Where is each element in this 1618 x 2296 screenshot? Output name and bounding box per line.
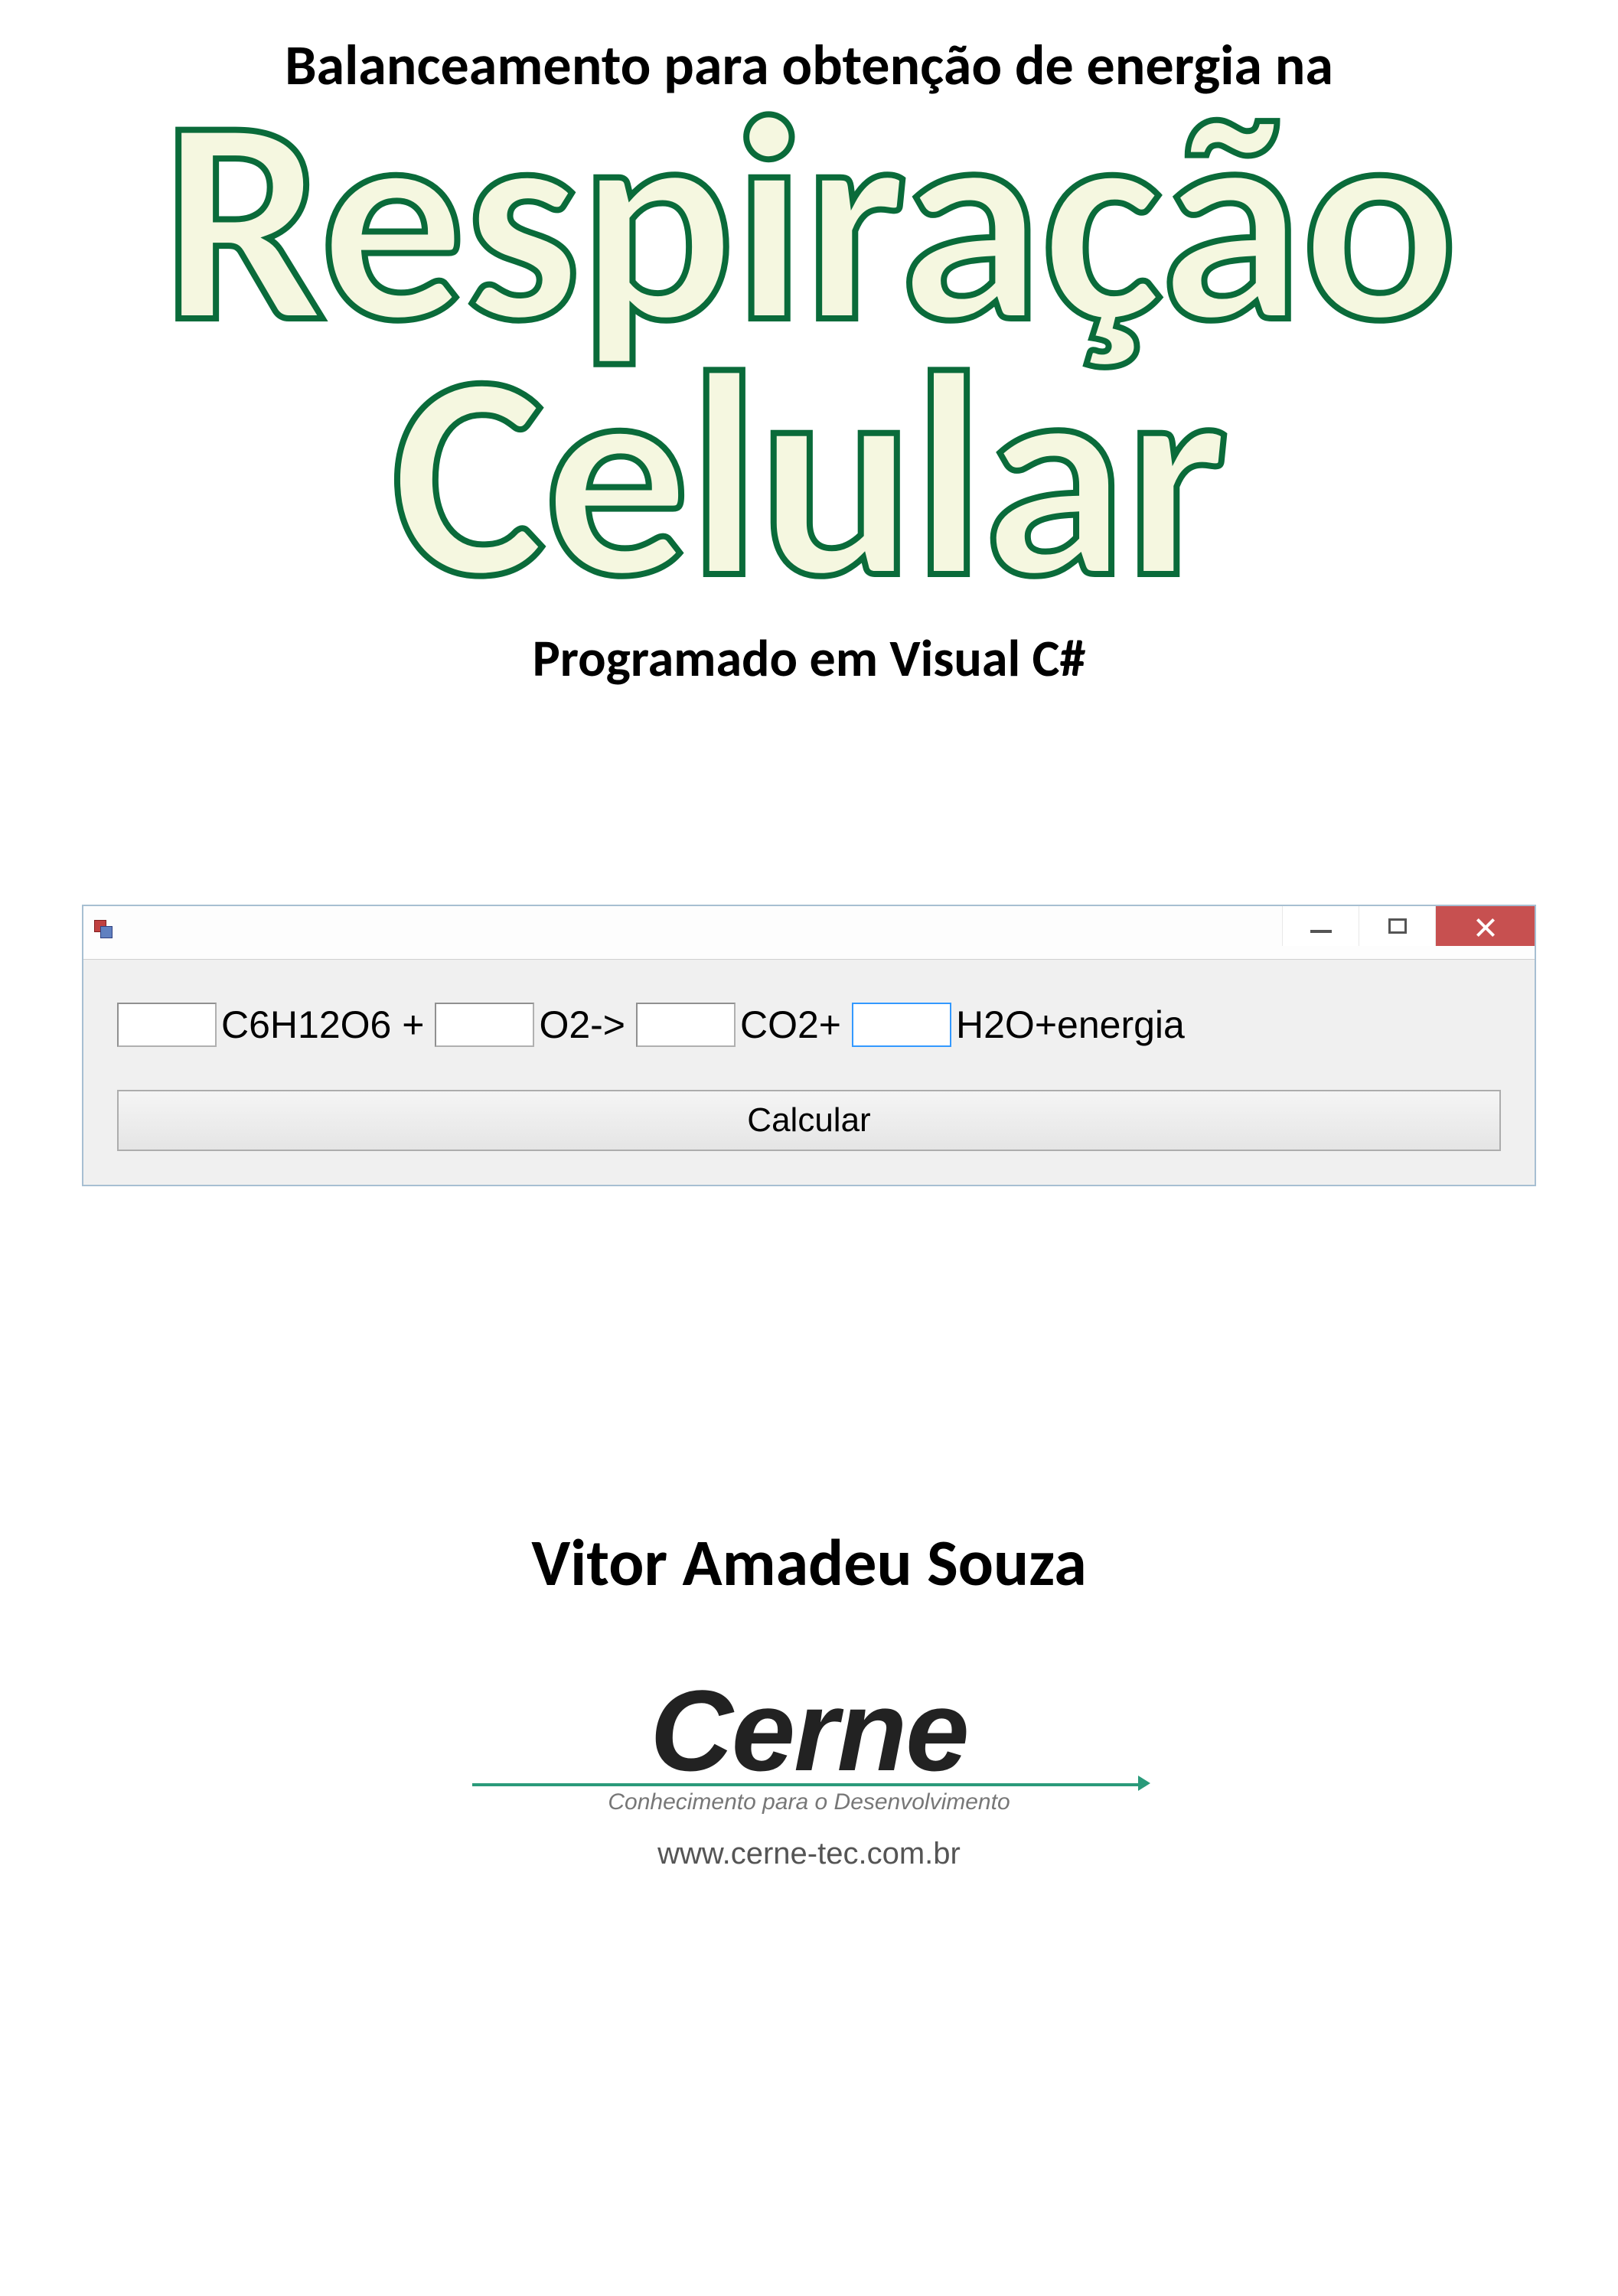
coef1-input[interactable] <box>117 1003 217 1047</box>
logo-arrow-underline <box>472 1779 1146 1786</box>
minimize-icon <box>1310 930 1332 933</box>
term2-label: O2-> <box>539 1003 625 1047</box>
subtitle: Programado em Visual C# <box>533 627 1086 690</box>
window-controls <box>1282 906 1535 959</box>
term3-label: CO2+ <box>740 1003 841 1047</box>
main-title: Respiração Celular <box>161 92 1456 604</box>
coef3-input[interactable] <box>636 1003 736 1047</box>
form-body: C6H12O6 + O2-> CO2+ H2O+energia Calcular <box>83 960 1535 1185</box>
minimize-button[interactable] <box>1282 906 1359 946</box>
book-cover: Balanceamento para obtenção de energia n… <box>0 0 1618 2296</box>
author-name: Vitor Amadeu Souza <box>531 1523 1086 1603</box>
calculate-button[interactable]: Calcular <box>117 1090 1501 1151</box>
maximize-button[interactable] <box>1359 906 1435 946</box>
close-icon <box>1474 915 1497 938</box>
application-window: C6H12O6 + O2-> CO2+ H2O+energia Calcular <box>82 905 1536 1186</box>
coef2-input[interactable] <box>435 1003 534 1047</box>
window-titlebar[interactable] <box>83 906 1535 960</box>
maximize-icon <box>1388 918 1407 934</box>
publisher-url: www.cerne-tec.com.br <box>657 1837 961 1871</box>
term1-label: C6H12O6 + <box>221 1003 424 1047</box>
close-button[interactable] <box>1435 906 1535 946</box>
term4-label: H2O+energia <box>956 1003 1185 1047</box>
publisher-name: Cerne <box>650 1665 967 1797</box>
equation-row: C6H12O6 + O2-> CO2+ H2O+energia <box>117 1003 1501 1047</box>
app-icon <box>94 920 119 944</box>
coef4-input[interactable] <box>852 1003 951 1047</box>
publisher-logo: Cerne Conhecimento para o Desenvolviment… <box>472 1665 1146 1871</box>
